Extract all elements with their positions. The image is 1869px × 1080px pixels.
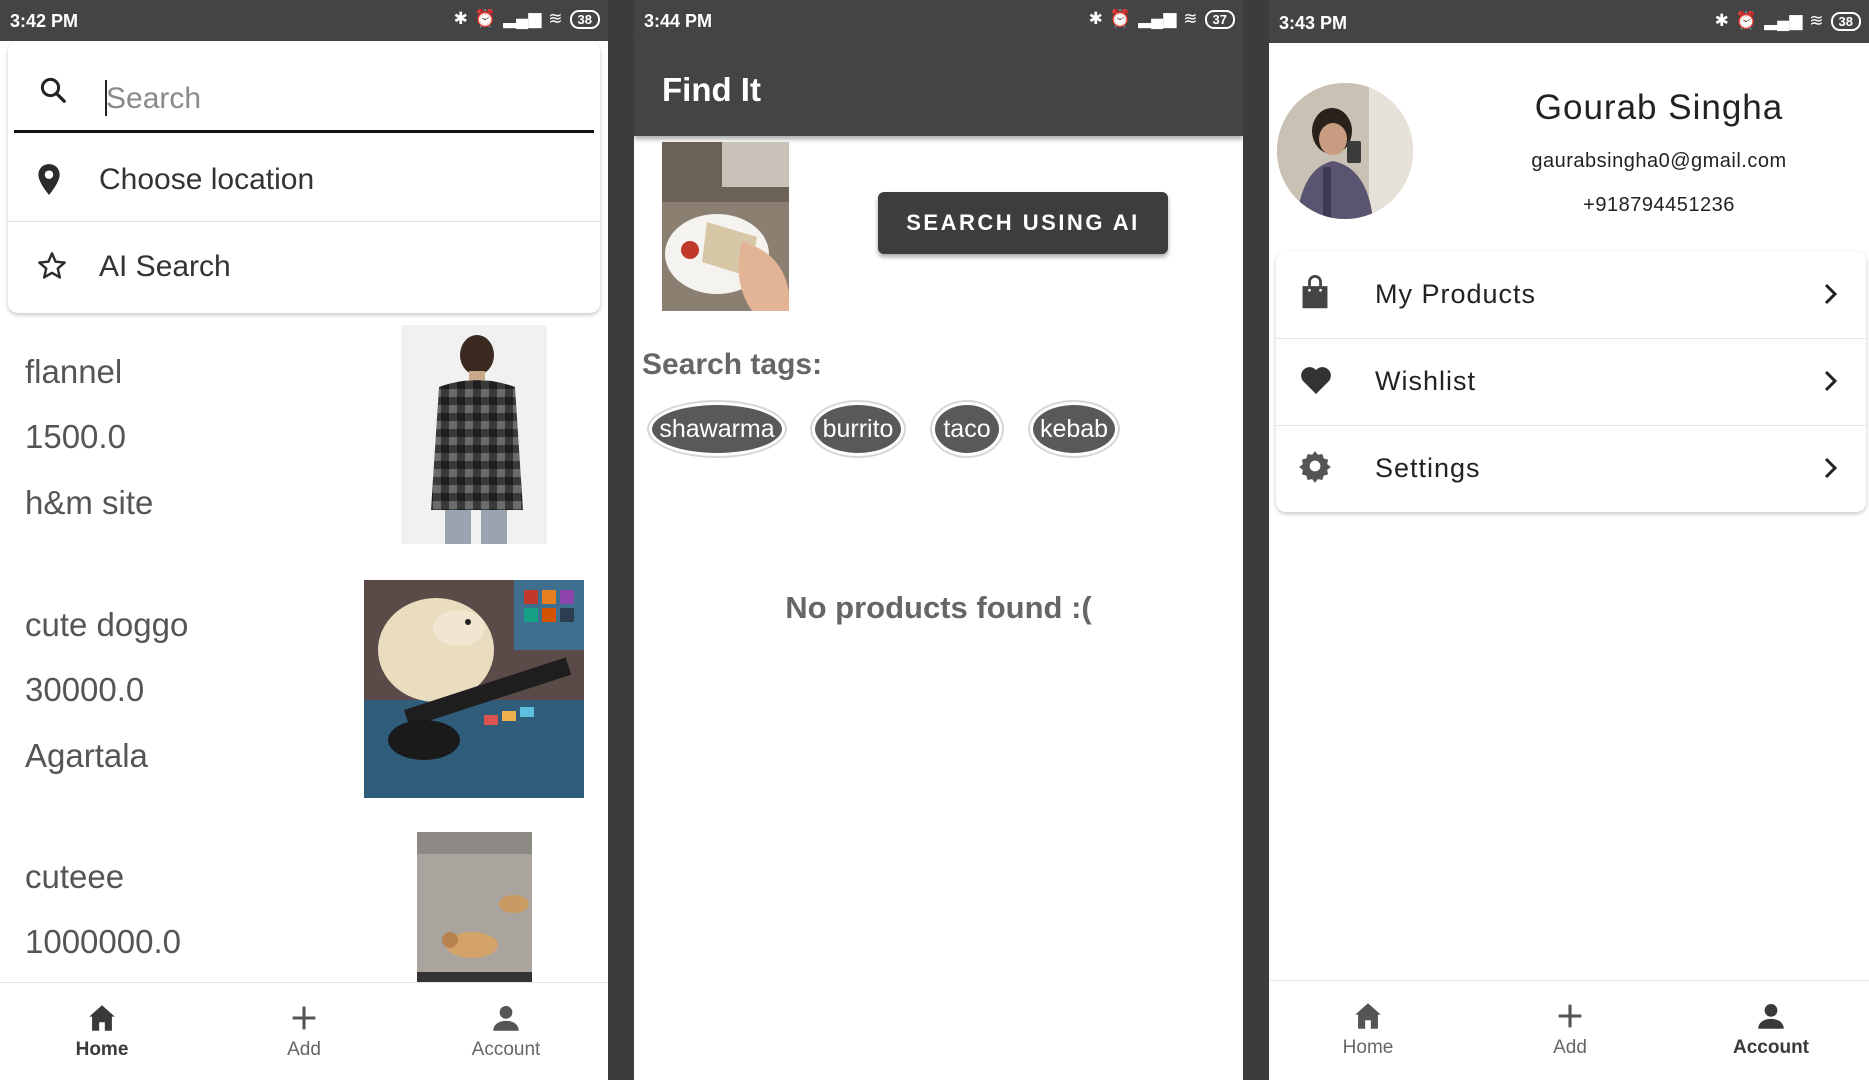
signal-icon: ▂▄▆ [1764,11,1803,30]
product-name: cute doggo [25,606,189,643]
app-bar: Find It [634,41,1243,136]
menu-wishlist[interactable]: Wishlist [1276,338,1866,425]
chevron-right-icon [1820,455,1840,486]
status-time: 3:44 PM [644,11,713,31]
product-image-doggo [364,580,584,798]
ai-search-screen: 3:44 PM ✱ ⏰ ▂▄▆ ≋ 37 Find It SEARCH USIN… [634,0,1243,1080]
choose-location-label: Choose location [99,163,315,196]
account-menu: My Products Wishlist Settings [1276,251,1866,512]
nav-home[interactable]: Home [22,1001,182,1061]
status-bar: 3:43 PM ✱ ⏰ ▂▄▆ ≋ 38 [1269,0,1869,43]
tag-chip[interactable]: taco [932,402,1002,456]
nav-account[interactable]: Account [1691,999,1851,1059]
battery-icon: 38 [569,9,600,29]
wifi-icon: ≋ [548,9,563,28]
nav-add[interactable]: Add [224,1001,384,1061]
status-icons: ✱ ⏰ ▂▄▆ ≋ 37 [1089,9,1235,29]
search-card: Search Choose location AI Search [8,41,600,313]
profile-phone: +918794451236 [1583,194,1735,216]
search-tags-title: Search tags: [642,348,823,381]
uploaded-food-image [662,142,789,311]
gear-icon [1298,449,1332,488]
ai-search-option[interactable]: AI Search [8,226,600,310]
status-icons: ✱ ⏰ ▂▄▆ ≋ 38 [1715,11,1861,31]
heart-icon [1298,362,1334,401]
status-bar: 3:42 PM ✱ ⏰ ▂▄▆ ≋ 38 [0,0,608,41]
chevron-right-icon [1820,281,1840,312]
nav-add-label: Add [287,1039,321,1060]
account-screen: 3:43 PM ✱ ⏰ ▂▄▆ ≋ 38 Gourab Singha gaura… [1269,0,1869,1080]
nav-home-label: Home [75,1039,129,1060]
product-location: Agartala [25,737,148,774]
menu-label: Wishlist [1375,366,1476,396]
screens-container: 3:42 PM ✱ ⏰ ▂▄▆ ≋ 38 Search Choose locat… [0,0,1869,1080]
search-using-ai-button[interactable]: SEARCH USING AI [878,192,1168,254]
signal-icon: ▂▄▆ [1138,9,1177,28]
location-pin-icon [36,163,62,202]
tag-chip[interactable]: kebab [1030,402,1118,456]
status-time: 3:43 PM [1279,13,1348,33]
product-location: h&m site [25,484,154,521]
alarm-icon: ⏰ [1735,11,1758,30]
product-name: flannel [25,353,123,390]
bottom-nav: Home Add Account [1269,980,1869,1079]
product-name: cuteee [25,858,125,895]
star-icon [36,250,68,287]
home-screen: 3:42 PM ✱ ⏰ ▂▄▆ ≋ 38 Search Choose locat… [0,0,608,1080]
nav-home[interactable]: Home [1288,999,1448,1059]
status-time: 3:42 PM [10,11,79,31]
profile-name: Gourab Singha [1534,88,1784,127]
bottom-nav: Home Add Account [0,982,608,1080]
plus-icon [1558,1004,1582,1028]
wifi-icon: ≋ [1183,9,1198,28]
wifi-icon: ≋ [1809,11,1824,30]
empty-state-message: No products found :( [785,590,1092,625]
tag-chip[interactable]: burrito [812,402,904,456]
home-icon [1355,1003,1381,1029]
nav-add[interactable]: Add [1490,999,1650,1059]
search-placeholder: Search [106,82,202,115]
product-price: 1500.0 [25,418,126,455]
bluetooth-icon: ✱ [1714,11,1729,30]
product-image-flannel [401,325,547,544]
menu-settings[interactable]: Settings [1276,425,1866,512]
choose-location-option[interactable]: Choose location [8,139,600,223]
nav-account[interactable]: Account [426,1001,586,1061]
product-price: 1000000.0 [25,923,181,960]
tag-chip[interactable]: shawarma [649,402,785,456]
person-icon [1758,1003,1784,1029]
nav-account-label: Account [471,1039,541,1060]
nav-home-label: Home [1342,1037,1394,1058]
status-bar: 3:44 PM ✱ ⏰ ▂▄▆ ≋ 37 [634,0,1243,41]
app-title: Find It [662,71,761,108]
bluetooth-icon: ✱ [453,9,468,28]
menu-label: My Products [1375,279,1537,309]
home-icon [89,1005,115,1031]
product-price: 30000.0 [25,671,145,708]
menu-label: Settings [1375,453,1481,483]
alarm-icon: ⏰ [474,9,497,28]
product-image-cuteee [417,832,532,982]
avatar [1277,83,1413,219]
alarm-icon: ⏰ [1109,9,1132,28]
plus-icon [292,1006,316,1030]
signal-icon: ▂▄▆ [503,9,542,28]
ai-search-label: AI Search [99,250,231,283]
person-icon [493,1005,519,1031]
search-icon [38,75,68,110]
nav-add-label: Add [1553,1037,1587,1058]
battery-icon: 38 [1830,11,1861,31]
battery-icon: 37 [1204,9,1235,29]
status-icons: ✱ ⏰ ▂▄▆ ≋ 38 [454,9,600,29]
chevron-right-icon [1820,368,1840,399]
search-input[interactable]: Search [14,49,594,133]
menu-my-products[interactable]: My Products [1276,251,1866,338]
nav-account-label: Account [1733,1037,1809,1058]
divider [8,221,600,222]
profile-email: gaurabsingha0@gmail.com [1531,150,1787,172]
bluetooth-icon: ✱ [1088,9,1103,28]
shopping-bag-icon [1298,275,1332,316]
